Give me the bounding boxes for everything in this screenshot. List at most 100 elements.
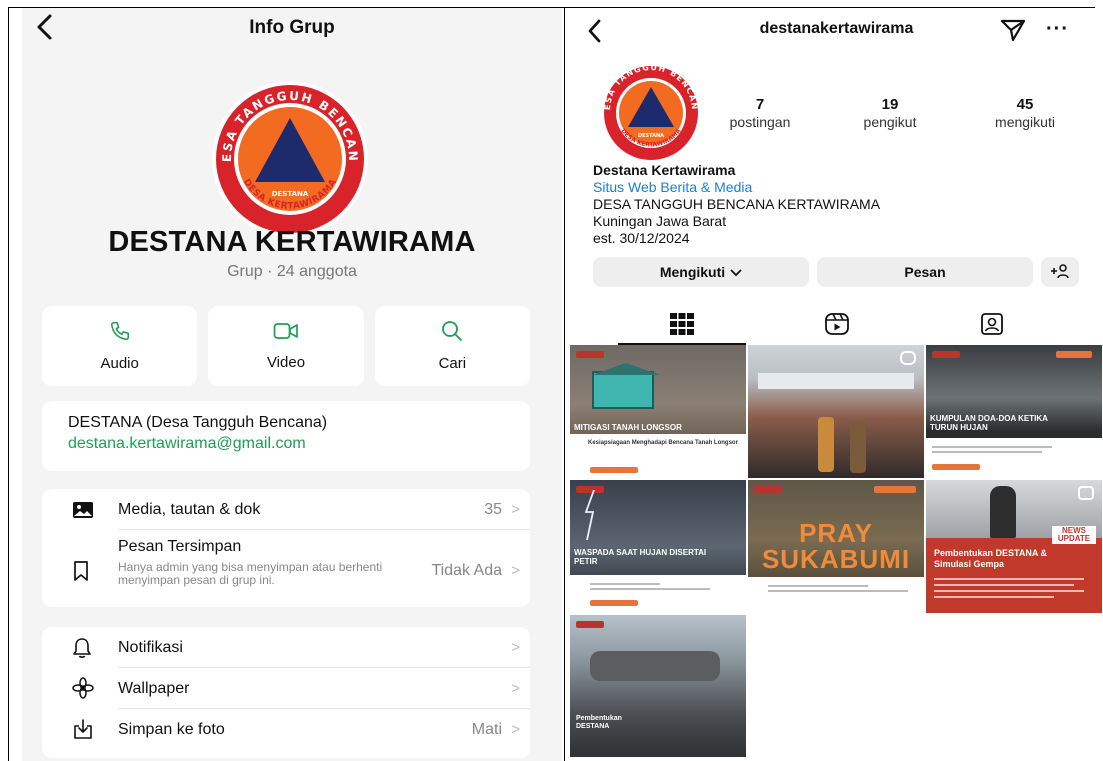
notifications-row[interactable]: Notifikasi > [42,627,530,668]
group-info-screen: Info Grup DESA TANGGUH BENCANA DESTANA D… [22,8,562,761]
post-body [926,438,1102,478]
video-icon [273,321,299,346]
post-subtext: Kesiapsiagaan Menghadapi Bencana Tanah L… [588,440,738,446]
post-text-line [934,596,1054,598]
video-label: Video [266,354,306,371]
following-button[interactable]: Mengikuti [593,257,809,287]
post-text-line [934,578,1084,580]
download-icon [72,718,94,745]
tab-reels[interactable] [773,306,901,346]
notifications-label: Notifikasi [118,639,183,656]
media-links-docs-row[interactable]: Media, tautan & dok 35 > [42,489,530,530]
chevron-right-icon: > [511,639,520,656]
frame-divider [564,7,565,761]
send-icon[interactable] [1000,18,1026,47]
post-text-line [932,451,1042,453]
post-tile[interactable]: PRAY SUKABUMI [748,480,924,613]
post-house-illustration [592,371,654,409]
more-options-icon[interactable]: ··· [1046,18,1069,41]
chevron-down-icon [730,264,742,280]
read-more-button [590,600,638,606]
post-body [748,577,924,613]
posts-stat[interactable]: 7 postingan [720,96,800,130]
post-tile[interactable]: Pembentukan DESTANA [570,615,746,757]
post-photo-screen [758,373,914,389]
read-more-button [932,464,980,470]
post-caption: MITIGASI TANAH LONGSOR [574,423,682,432]
post-photo-person [850,423,866,473]
post-text-line [590,583,660,585]
top-bar: Info Grup [22,8,562,48]
chevron-right-icon: > [511,562,520,579]
grid-icon [670,312,694,340]
post-house-roof [592,363,660,375]
message-button[interactable]: Pesan [817,257,1033,287]
video-call-button[interactable]: Video [208,306,364,386]
saved-messages-row[interactable]: Pesan Tersimpan Hanya admin yang bisa me… [42,530,530,607]
chevron-right-icon: > [511,680,520,697]
post-tile[interactable]: NEWS UPDATE Pembentukan DESTANA & Simula… [926,480,1102,613]
saved-note: Hanya admin yang bisa menyimpan atau ber… [118,560,383,587]
post-photo-crowd [590,651,720,681]
following-stat[interactable]: 45 mengikuti [980,96,1070,130]
description-email-link[interactable]: destana.kertawirama@gmail.com [68,435,504,453]
search-button[interactable]: Cari [374,306,530,386]
saved-value: Tidak Ada [431,562,502,579]
profile-avatar[interactable]: DESA TANGGUH BENCANA DESTANA DESA KERTAW… [590,58,708,161]
bookmark-icon [72,560,90,587]
following-caption: mengikuti [995,114,1055,130]
tagged-icon [980,312,1004,341]
post-photo-person [990,486,1016,538]
post-header-logo [576,621,604,628]
page-title: Info Grup [249,17,335,38]
post-tile[interactable]: WASPADA SAAT HUJAN DISERTAI PETIR [570,480,746,613]
search-icon [441,320,463,347]
media-label: Media, tautan & dok [118,501,261,518]
group-description[interactable]: DESTANA (Desa Tangguh Bencana) destana.k… [42,401,530,471]
profile-bio: Destana Kertawirama Situs Web Berita & M… [593,162,880,247]
post-text-line [932,446,1052,448]
avatar-center-text: DESTANA [638,133,664,139]
media-count: 35 [484,501,502,518]
profile-tabs [570,306,1103,346]
post-text-line [768,590,908,592]
post-header-logo [754,486,782,493]
tab-tagged[interactable] [928,306,1056,346]
post-photo-person [818,417,834,472]
posts-caption: postingan [729,114,791,130]
post-tile[interactable]: KUMPULAN DOA-DOA KETIKA TURUN HUJAN [926,345,1102,478]
image-icon [72,501,94,524]
save-to-photos-row[interactable]: Simpan ke foto Mati > [42,709,530,750]
media-saved-card: Media, tautan & dok 35 > Pesan Tersimpan… [42,489,530,607]
bio-line-1: DESA TANGGUH BENCANA KERTAWIRAMA [593,196,881,212]
following-count: 45 [1016,96,1034,113]
news-update-badge: NEWS UPDATE [1052,526,1096,544]
post-text-line [934,584,1074,586]
post-tile[interactable] [748,345,924,478]
frame-left [8,7,9,761]
flower-icon [72,677,94,704]
save-photos-label: Simpan ke foto [118,721,225,738]
reels-icon [824,312,850,341]
settings-card: Notifikasi > Wallpaper > Simpan ke foto … [42,627,530,758]
tab-posts-grid[interactable] [618,306,746,346]
reel-badge-icon [1078,486,1094,500]
followers-count: 19 [881,96,899,113]
bio-line-2: Kuningan Jawa Barat [593,213,727,229]
posts-count: 7 [755,96,765,113]
wallpaper-row[interactable]: Wallpaper > [42,668,530,709]
post-header-logo [576,351,604,358]
post-tile[interactable]: MITIGASI TANAH LONGSOR Kesiapsiagaan Men… [570,345,746,478]
audio-label: Audio [100,355,139,372]
save-photos-value: Mati [471,721,502,738]
wallpaper-label: Wallpaper [118,680,190,697]
followers-stat[interactable]: 19 pengikut [850,96,930,130]
audio-call-button[interactable]: Audio [42,306,198,386]
reel-badge-icon [900,351,916,365]
profile-category[interactable]: Situs Web Berita & Media [593,179,880,196]
chevron-right-icon: > [511,501,520,518]
saved-label: Pesan Tersimpan [118,538,242,555]
post-tag [874,486,916,493]
add-user-button[interactable] [1041,257,1079,287]
post-tag [1056,351,1092,358]
